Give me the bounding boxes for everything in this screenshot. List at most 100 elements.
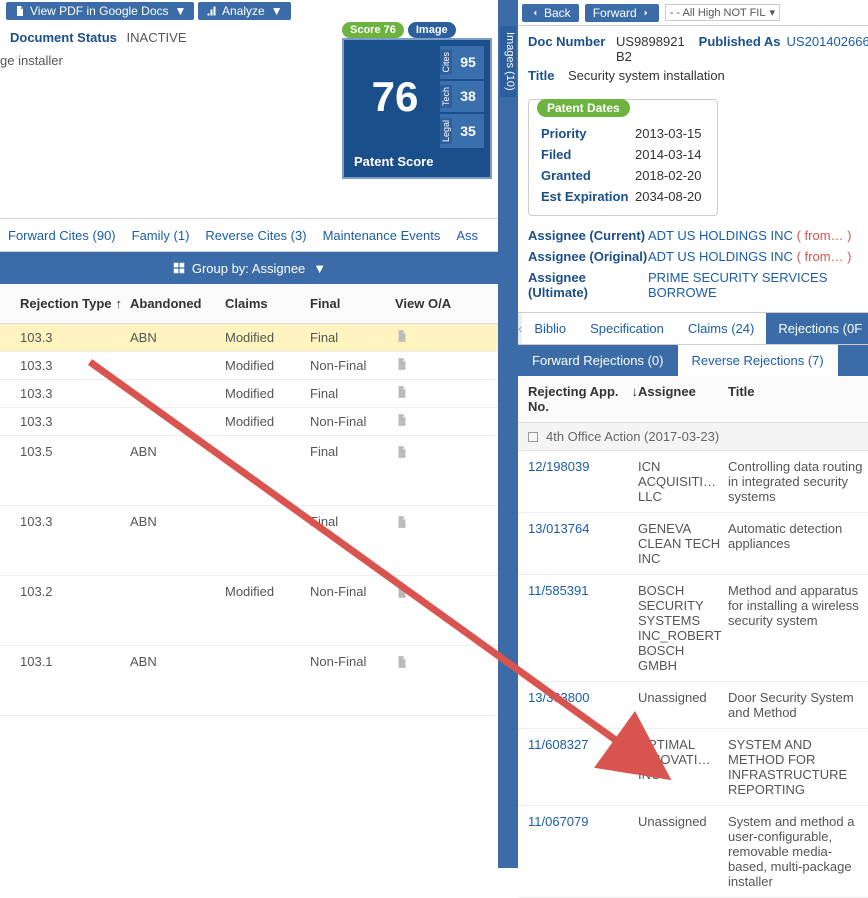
doc-status-label: Document Status	[10, 30, 117, 45]
rejections-table-header: Rejecting App. No. ↓ Assignee Title	[518, 376, 868, 423]
col-view-oa[interactable]: View O/A	[395, 296, 475, 311]
rejection-row[interactable]: 13/013764 GENEVA CLEAN TECH INC Automati…	[518, 513, 868, 575]
rejection-row[interactable]: 11/585391 BOSCH SECURITY SYSTEMS INC_ROB…	[518, 575, 868, 682]
app-number-link[interactable]: 13/013764	[518, 521, 638, 566]
tab-specification[interactable]: Specification	[578, 313, 676, 344]
app-number-link[interactable]: 11/608327	[518, 737, 638, 797]
table-row[interactable]: 103.5 ABN Final	[0, 436, 498, 506]
tab-rejections[interactable]: Rejections (0F	[766, 313, 868, 344]
pdf-icon[interactable]	[395, 356, 475, 375]
assignees-block: Assignee (Current) ADT US HOLDINGS INC (…	[518, 222, 868, 312]
view-pdf-button[interactable]: View PDF in Google Docs ▼	[6, 2, 194, 20]
patent-dates-box: Patent Dates Priority2013-03-15Filed2014…	[528, 99, 718, 216]
chevron-down-icon: ▾	[769, 6, 775, 19]
tab-family[interactable]: Family (1)	[132, 228, 190, 243]
tab-maintenance[interactable]: Maintenance Events	[323, 228, 441, 243]
pdf-icon[interactable]	[395, 654, 475, 673]
sort-asc-icon: ↑	[116, 296, 123, 311]
tab-biblio[interactable]: Biblio	[522, 313, 578, 344]
assignee-ultimate-label: Assignee (Ultimate)	[528, 270, 648, 300]
assignee-current-label: Assignee (Current)	[528, 228, 648, 243]
published-as-link[interactable]: US2014026667	[787, 34, 868, 64]
col-final[interactable]: Final	[310, 296, 395, 311]
pdf-icon[interactable]	[395, 444, 475, 463]
metadata-block: Doc Number US9898921 B2 Published As US2…	[518, 26, 868, 93]
col-abandoned[interactable]: Abandoned	[130, 296, 225, 311]
app-number-link[interactable]: 11/067079	[518, 814, 638, 889]
rejection-row[interactable]: 11/608327 OPTIMAL INNOVATI… INC SYSTEM A…	[518, 729, 868, 806]
tab-reverse-cites[interactable]: Reverse Cites (3)	[205, 228, 306, 243]
score-card: Score 76 Image 76 Cites95 Tech38 Legal35…	[342, 22, 492, 179]
rejection-row[interactable]: 13/363800 Unassigned Door Security Syste…	[518, 682, 868, 729]
cites-value: 95	[452, 50, 484, 75]
patent-score-value: 76	[350, 46, 440, 148]
col-claims[interactable]: Claims	[225, 296, 310, 311]
arrow-left-icon	[530, 8, 540, 18]
table-row[interactable]: 103.3 Modified Non-Final	[0, 352, 498, 380]
group-icon	[172, 261, 186, 275]
pdf-icon[interactable]	[395, 384, 475, 403]
pdf-icon[interactable]	[395, 584, 475, 603]
rejection-subtabs: Forward Rejections (0) Reverse Rejection…	[518, 345, 868, 376]
patent-dates-pill: Patent Dates	[537, 99, 630, 117]
tech-value: 38	[452, 85, 484, 108]
pdf-icon[interactable]	[395, 412, 475, 431]
analyze-icon	[206, 5, 218, 17]
app-number-link[interactable]: 11/585391	[518, 583, 638, 673]
analyze-button[interactable]: Analyze ▼	[198, 2, 291, 20]
col-assignee[interactable]: Assignee	[638, 384, 728, 414]
table-row[interactable]: 103.3 ABN Modified Final	[0, 324, 498, 352]
groupby-label: Group by: Assignee	[192, 261, 305, 276]
subtab-forward-rejections[interactable]: Forward Rejections (0)	[518, 345, 678, 376]
col-rejecting-app[interactable]: Rejecting App. No. ↓	[518, 384, 638, 414]
rejection-table-body: 103.3 ABN Modified Final 103.3 Modified …	[0, 324, 498, 868]
images-tab[interactable]: Images (10)	[500, 26, 516, 97]
back-button[interactable]: Back	[522, 4, 579, 22]
chevron-down-icon: ▼	[271, 4, 283, 18]
table-row[interactable]: 103.3 Modified Final	[0, 380, 498, 408]
cites-label: Cites	[440, 50, 452, 75]
app-number-link[interactable]: 12/198039	[518, 459, 638, 504]
app-number-link[interactable]: 13/363800	[518, 690, 638, 720]
table-row[interactable]: 103.1 ABN Non-Final	[0, 646, 498, 716]
table-row[interactable]: 103.3 Modified Non-Final	[0, 408, 498, 436]
image-pill[interactable]: Image	[408, 22, 456, 38]
tab-assignments[interactable]: Ass	[456, 228, 478, 243]
rejection-row[interactable]: 12/198039 ICN ACQUISITI… LLC Controlling…	[518, 451, 868, 513]
left-pane: Document Status INACTIVE ge installer Sc…	[0, 22, 498, 868]
table-row[interactable]: 103.3 ABN Final	[0, 506, 498, 576]
pdf-icon[interactable]	[395, 328, 475, 347]
pdf-icon[interactable]	[395, 514, 475, 533]
filter-select[interactable]: - - All High NOT FIL ▾	[665, 4, 780, 21]
col-rejection-type[interactable]: Rejection Type↑	[0, 296, 130, 311]
left-tabs: Forward Cites (90) Family (1) Reverse Ci…	[0, 218, 498, 252]
col-title[interactable]: Title	[728, 384, 868, 414]
subtab-reverse-rejections[interactable]: Reverse Rejections (7)	[678, 345, 838, 376]
assignee-current-link[interactable]: ADT US HOLDINGS INC ( from… )	[648, 228, 851, 243]
legal-value: 35	[452, 118, 484, 144]
date-row: Granted2018-02-20	[529, 165, 717, 186]
rejection-group-row[interactable]: 4th Office Action (2017-03-23)	[518, 423, 868, 451]
assignee-original-link[interactable]: ADT US HOLDINGS INC ( from… )	[648, 249, 851, 264]
rejection-row[interactable]: 11/067079 Unassigned System and method a…	[518, 806, 868, 898]
title-value: Security system installation	[568, 68, 725, 83]
collapse-icon	[528, 432, 538, 442]
view-pdf-label: View PDF in Google Docs	[30, 4, 169, 18]
assignee-original-label: Assignee (Original)	[528, 249, 648, 264]
right-tabs: ‹ Biblio Specification Claims (24) Rejec…	[518, 312, 868, 345]
analyze-label: Analyze	[222, 4, 265, 18]
chevron-down-icon: ▼	[313, 261, 326, 276]
assignee-ultimate-link[interactable]: PRIME SECURITY SERVICES BORROWE	[648, 270, 858, 300]
tab-forward-cites[interactable]: Forward Cites (90)	[8, 228, 116, 243]
date-row: Priority2013-03-15	[529, 123, 717, 144]
rejection-table-header: Rejection Type↑ Abandoned Claims Final V…	[0, 284, 498, 324]
pdf-icon	[14, 5, 26, 17]
tech-label: Tech	[440, 85, 452, 108]
title-label: Title	[528, 68, 568, 83]
table-row[interactable]: 103.2 Modified Non-Final	[0, 576, 498, 646]
tab-claims[interactable]: Claims (24)	[676, 313, 766, 344]
groupby-bar[interactable]: Group by: Assignee ▼	[0, 252, 498, 284]
score-pill: Score 76	[342, 22, 404, 38]
doc-number-value: US9898921 B2	[616, 34, 685, 64]
forward-button[interactable]: Forward	[585, 4, 659, 22]
